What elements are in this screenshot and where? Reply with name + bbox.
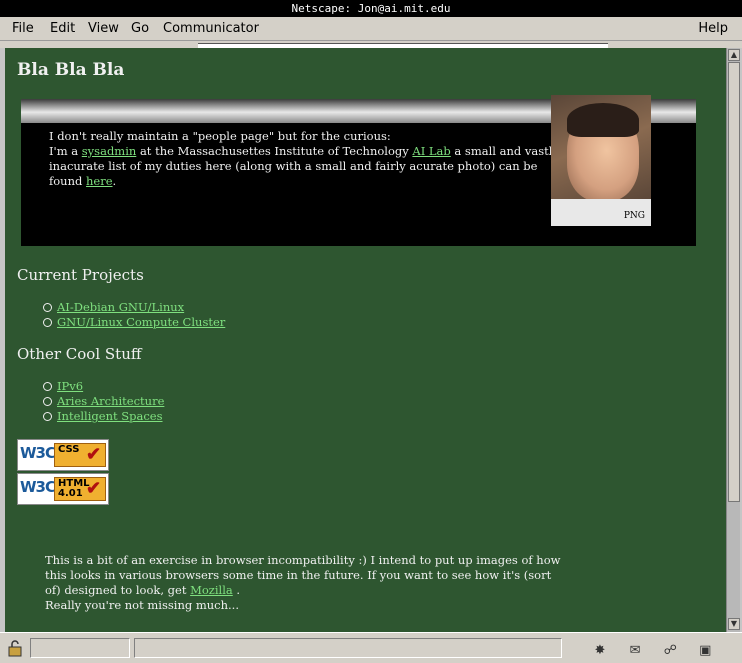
- bullet-icon: [43, 397, 52, 406]
- html-label-line2: 4.01: [58, 488, 83, 499]
- intro-pre-sysadmin: I'm a: [49, 144, 82, 158]
- menu-go[interactable]: Go: [131, 21, 149, 36]
- intro-mid: at the Massachusettes Institute of Techn…: [136, 144, 413, 158]
- here-link[interactable]: here: [86, 174, 113, 188]
- footer-end: .: [232, 583, 241, 597]
- page-viewport: Bla Bla Bla I don't really maintain a "p…: [5, 48, 726, 632]
- current-projects-heading: Current Projects: [17, 266, 144, 284]
- scroll-up-icon[interactable]: ▲: [728, 49, 740, 61]
- current-projects-list: AI-Debian GNU/Linux GNU/Linux Compute Cl…: [43, 300, 225, 330]
- footer-body: This is a bit of an exercise in browser …: [45, 553, 561, 597]
- navigator-icon[interactable]: ✸: [590, 643, 610, 659]
- page-title: Bla Bla Bla: [17, 60, 125, 80]
- component-bar: ✸ ✉ ☍ ▣ ✎: [590, 639, 742, 663]
- checkmark-icon: ✔: [86, 478, 102, 499]
- w3c-css-badge[interactable]: W3C CSS ✔: [17, 439, 109, 471]
- w3c-html-badge[interactable]: W3C HTML 4.01 ✔: [17, 473, 109, 505]
- bullet-icon: [43, 318, 52, 327]
- intelligent-spaces-link[interactable]: Intelligent Spaces: [57, 409, 163, 423]
- intro-line1: I don't really maintain a "people page" …: [49, 129, 391, 143]
- bullet-icon: [43, 382, 52, 391]
- sysadmin-link[interactable]: sysadmin: [82, 144, 137, 158]
- aries-link[interactable]: Aries Architecture: [57, 394, 164, 408]
- menu-view[interactable]: View: [88, 21, 119, 36]
- w3c-logo: W3C: [20, 478, 56, 496]
- mozilla-link[interactable]: Mozilla: [190, 583, 233, 597]
- intro-end: .: [112, 174, 117, 188]
- list-item: AI-Debian GNU/Linux: [43, 300, 225, 315]
- portrait-photo: PNG: [551, 95, 651, 226]
- w3c-logo: W3C: [20, 444, 56, 462]
- status-message-field: [134, 638, 562, 658]
- list-item: Aries Architecture: [43, 394, 164, 409]
- ipv6-link[interactable]: IPv6: [57, 379, 83, 393]
- list-item: GNU/Linux Compute Cluster: [43, 315, 225, 330]
- menu-communicator[interactable]: Communicator: [163, 21, 259, 36]
- bullet-icon: [43, 303, 52, 312]
- security-lock-icon[interactable]: [6, 639, 24, 657]
- menu-edit[interactable]: Edit: [50, 21, 75, 36]
- footer-text: This is a bit of an exercise in browser …: [45, 553, 565, 613]
- footer-line2: Really you're not missing much...: [45, 598, 239, 612]
- window-title-bar: Netscape: Jon@ai.mit.edu: [0, 0, 742, 17]
- menu-file[interactable]: File: [12, 21, 34, 36]
- compute-cluster-link[interactable]: GNU/Linux Compute Cluster: [57, 315, 225, 329]
- other-stuff-list: IPv6 Aries Architecture Intelligent Spac…: [43, 379, 164, 424]
- scroll-down-icon[interactable]: ▼: [728, 618, 740, 630]
- mail-icon[interactable]: ✉: [625, 643, 645, 659]
- ai-debian-link[interactable]: AI-Debian GNU/Linux: [57, 300, 184, 314]
- discussion-icon[interactable]: ☍: [660, 643, 680, 659]
- png-label: PNG: [623, 211, 645, 221]
- bullet-icon: [43, 412, 52, 421]
- scroll-thumb[interactable]: [728, 62, 740, 502]
- intro-text: I don't really maintain a "people page" …: [49, 129, 559, 189]
- menu-help[interactable]: Help: [698, 21, 728, 36]
- location-toolbar: [0, 41, 742, 48]
- list-item: Intelligent Spaces: [43, 409, 164, 424]
- list-item: IPv6: [43, 379, 164, 394]
- checkmark-icon: ✔: [86, 444, 102, 465]
- vertical-scrollbar[interactable]: ▲ ▼: [726, 48, 740, 632]
- other-stuff-heading: Other Cool Stuff: [17, 345, 142, 363]
- menu-bar: File Edit View Go Communicator Help: [0, 17, 742, 41]
- photo-hair: [567, 103, 639, 137]
- composer-icon[interactable]: ▣: [695, 643, 715, 659]
- progress-field: [30, 638, 130, 658]
- status-bar: ✸ ✉ ☍ ▣ ✎: [0, 632, 742, 663]
- window-title: Netscape: Jon@ai.mit.edu: [291, 2, 451, 15]
- ai-lab-link[interactable]: AI Lab: [412, 144, 450, 158]
